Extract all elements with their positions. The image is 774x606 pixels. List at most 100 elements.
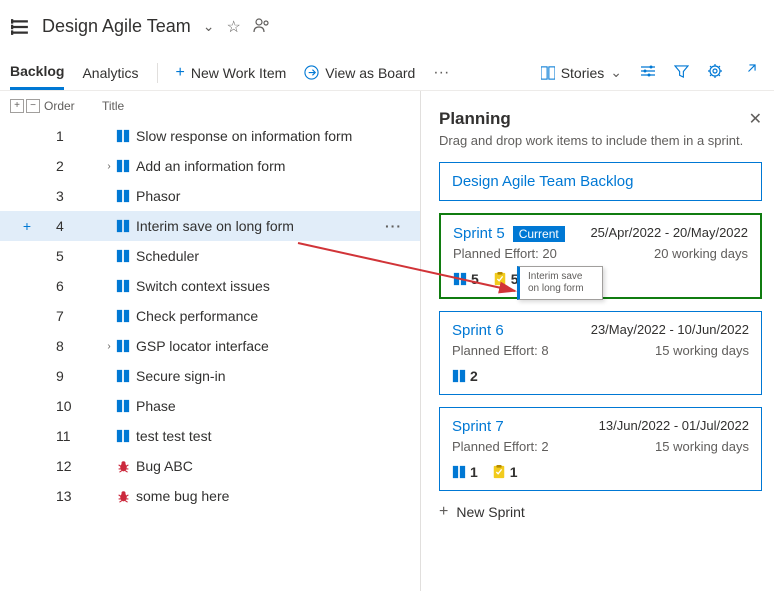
close-panel-button[interactable]: ✕ (749, 109, 762, 129)
arrow-right-icon (304, 65, 319, 80)
order-cell: 7 (44, 308, 102, 324)
page-header: Design Agile Team ⌄ ☆ (0, 0, 774, 49)
backlog-row[interactable]: 3 Phasor (0, 181, 420, 211)
title-cell[interactable]: test test test (116, 428, 410, 444)
backlog-row[interactable]: 6 Switch context issues (0, 271, 420, 301)
title-cell[interactable]: Scheduler (116, 248, 410, 264)
work-item-title: Secure sign-in (136, 368, 226, 384)
backlog-row[interactable]: 13some bug here (0, 481, 420, 511)
order-cell: 6 (44, 278, 102, 294)
planning-panel: Planning ✕ Drag and drop work items to i… (420, 91, 774, 591)
expand-all-button[interactable]: + (10, 99, 24, 113)
settings-button[interactable] (707, 63, 723, 82)
new-sprint-button[interactable]: + New Sprint (439, 503, 762, 521)
team-dropdown-icon[interactable]: ⌄ (203, 18, 215, 35)
backlog-row[interactable]: 2›Add an information form (0, 151, 420, 181)
story-icon (116, 159, 130, 173)
work-item-title: test test test (136, 428, 211, 444)
work-item-title: Slow response on information form (136, 128, 352, 144)
story-icon (453, 272, 467, 286)
title-cell[interactable]: Phasor (116, 188, 410, 204)
planned-effort: Planned Effort: 2 (452, 439, 549, 454)
favorite-button[interactable]: ☆ (227, 17, 241, 37)
add-child-button[interactable]: + (10, 218, 44, 234)
view-options-button[interactable] (640, 63, 656, 82)
filter-button[interactable] (674, 64, 689, 82)
backlog-row[interactable]: +4Interim save on long form··· (0, 211, 420, 241)
backlog-drop-card[interactable]: Design Agile Team Backlog (439, 162, 762, 201)
title-cell[interactable]: some bug here (116, 488, 410, 504)
sprint-dates: 25/Apr/2022 - 20/May/2022 (590, 225, 748, 240)
story-icon (116, 309, 130, 323)
collapse-all-button[interactable]: − (26, 99, 40, 113)
work-item-title: Interim save on long form (136, 218, 294, 234)
backlog-row[interactable]: 9 Secure sign-in (0, 361, 420, 391)
backlog-row[interactable]: 10 Phase (0, 391, 420, 421)
story-icon (116, 429, 130, 443)
sprint-dates: 23/May/2022 - 10/Jun/2022 (591, 322, 749, 337)
story-icon (116, 369, 130, 383)
title-cell[interactable]: GSP locator interface (116, 338, 410, 354)
backlog-row[interactable]: 8›GSP locator interface (0, 331, 420, 361)
backlog-row[interactable]: 7 Check performance (0, 301, 420, 331)
task-count: 5 (493, 271, 519, 287)
page-title: Design Agile Team (42, 16, 191, 37)
order-cell: 8 (44, 338, 102, 354)
sprint-name[interactable]: Sprint 5 (453, 225, 505, 242)
sprint-name[interactable]: Sprint 6 (452, 322, 504, 339)
task-icon (492, 465, 506, 479)
work-item-title: Switch context issues (136, 278, 270, 294)
title-cell[interactable]: Secure sign-in (116, 368, 410, 384)
backlog-icon (10, 17, 30, 37)
bug-icon (116, 459, 130, 473)
tab-analytics[interactable]: Analytics (82, 57, 138, 89)
story-count: 2 (452, 368, 478, 384)
working-days: 20 working days (654, 246, 748, 261)
work-item-title: Phasor (136, 188, 180, 204)
order-cell: 9 (44, 368, 102, 384)
order-cell: 10 (44, 398, 102, 414)
view-as-board-button[interactable]: View as Board (304, 65, 415, 81)
new-work-item-button[interactable]: + New Work Item (176, 64, 287, 82)
backlog-row[interactable]: 1Slow response on information form (0, 121, 420, 151)
more-options-button[interactable]: ··· (433, 64, 449, 82)
backlog-row[interactable]: 12Bug ABC (0, 451, 420, 481)
story-icon (116, 249, 130, 263)
column-order: Order (44, 99, 102, 113)
sprint-card[interactable]: Sprint 623/May/2022 - 10/Jun/2022Planned… (439, 311, 762, 395)
backlog-row[interactable]: 11test test test (0, 421, 420, 451)
bug-icon (116, 489, 130, 503)
backlog-row[interactable]: 5 Scheduler (0, 241, 420, 271)
title-cell[interactable]: Interim save on long form (116, 218, 377, 234)
task-count: 1 (492, 464, 518, 480)
chevron-down-icon: ⌄ (610, 64, 622, 81)
story-icon (116, 129, 130, 143)
work-item-title: some bug here (136, 488, 229, 504)
title-cell[interactable]: Switch context issues (116, 278, 410, 294)
title-cell[interactable]: Check performance (116, 308, 410, 324)
fullscreen-button[interactable] (741, 64, 756, 82)
title-cell[interactable]: Bug ABC (116, 458, 410, 474)
work-item-title: Check performance (136, 308, 258, 324)
task-icon (493, 272, 507, 286)
column-headers: + − Order Title (0, 91, 420, 121)
expand-caret[interactable]: › (102, 341, 116, 352)
tab-backlog[interactable]: Backlog (10, 55, 64, 90)
sprint-name[interactable]: Sprint 7 (452, 418, 504, 435)
sprint-dates: 13/Jun/2022 - 01/Jul/2022 (599, 418, 749, 433)
title-cell[interactable]: Add an information form (116, 158, 410, 174)
story-icon (116, 189, 130, 203)
expand-caret[interactable]: › (102, 161, 116, 172)
row-more-button[interactable]: ··· (377, 218, 410, 234)
order-cell: 5 (44, 248, 102, 264)
backlog-level-dropdown[interactable]: Stories ⌄ (541, 64, 622, 81)
work-item-title: Add an information form (136, 158, 285, 174)
title-cell[interactable]: Phase (116, 398, 410, 414)
column-title: Title (102, 99, 410, 113)
work-item-title: Bug ABC (136, 458, 193, 474)
team-members-button[interactable] (253, 17, 271, 37)
title-cell[interactable]: Slow response on information form (116, 128, 410, 144)
sprint-card[interactable]: Sprint 7 13/Jun/2022 - 01/Jul/2022 Planned… (439, 407, 762, 491)
working-days: 15 working days (655, 439, 749, 454)
order-cell: 3 (44, 188, 102, 204)
